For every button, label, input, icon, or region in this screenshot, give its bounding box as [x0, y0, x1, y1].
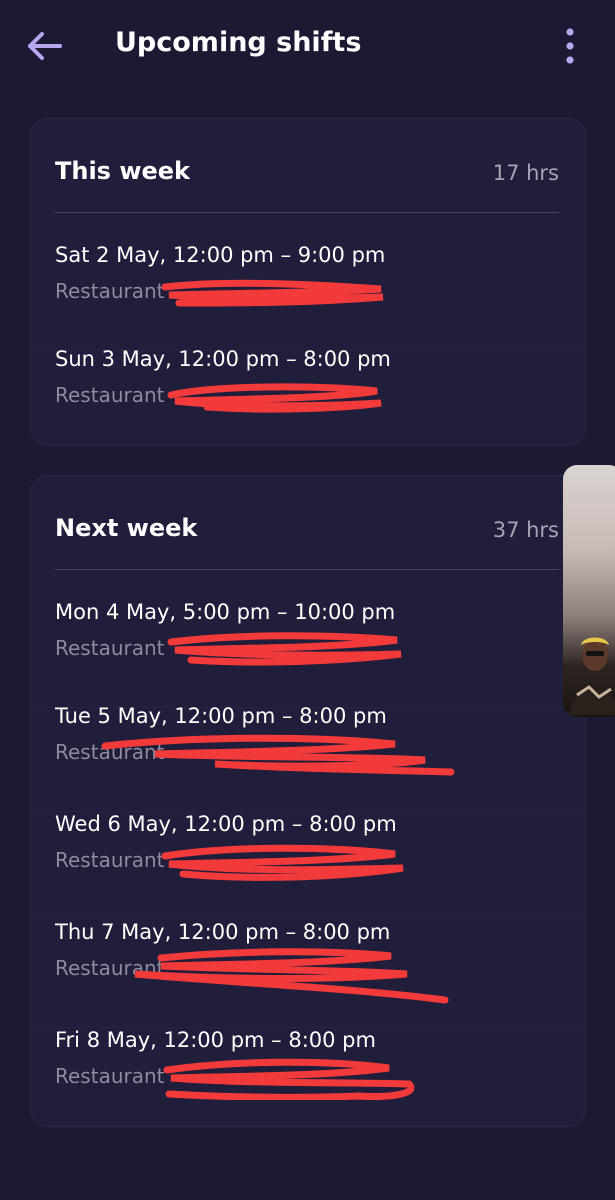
redaction-scribble	[161, 279, 384, 307]
redaction-scribble	[167, 632, 402, 666]
shift-time: Sun 3 May, 12:00 pm – 8:00 pm	[55, 347, 391, 371]
week-hours: 37 hrs	[492, 518, 559, 542]
divider	[55, 569, 559, 570]
shift-item[interactable]: Thu 7 May, 12:00 pm – 8:00 pm Restaurant	[31, 920, 585, 1028]
shift-location: Restaurant	[55, 279, 165, 303]
back-button[interactable]	[26, 30, 64, 62]
week-card-next-week: Next week 37 hrs Mon 4 May, 5:00 pm – 10…	[30, 475, 586, 1127]
divider	[55, 212, 559, 213]
shift-location: Restaurant	[55, 383, 165, 407]
shift-location: Restaurant	[55, 636, 165, 660]
person-thumbnail-icon	[569, 637, 615, 715]
shift-time: Wed 6 May, 12:00 pm – 8:00 pm	[55, 812, 397, 836]
shift-time: Tue 5 May, 12:00 pm – 8:00 pm	[55, 704, 387, 728]
week-title: This week	[55, 157, 191, 185]
shift-item[interactable]: Sun 3 May, 12:00 pm – 8:00 pm Restaurant	[55, 347, 559, 437]
shift-location: Restaurant	[55, 956, 165, 980]
week-hours: 17 hrs	[492, 161, 559, 185]
shift-item[interactable]: Sat 2 May, 12:00 pm – 9:00 pm Restaurant	[31, 243, 585, 351]
more-options-button[interactable]	[556, 26, 584, 66]
app-bar: Upcoming shifts	[0, 0, 615, 92]
shift-time: Mon 4 May, 5:00 pm – 10:00 pm	[55, 600, 396, 624]
floating-video-overlay[interactable]	[563, 465, 615, 717]
more-vert-icon	[566, 28, 574, 64]
page-title: Upcoming shifts	[115, 27, 362, 58]
arrow-left-icon	[28, 32, 62, 60]
shift-location: Restaurant	[55, 740, 165, 764]
shift-item[interactable]: Tue 5 May, 12:00 pm – 8:00 pm Restaurant	[31, 704, 585, 812]
redaction-scribble	[161, 844, 404, 881]
redaction-scribble	[167, 383, 382, 413]
week-card-this-week: This week 17 hrs Sat 2 May, 12:00 pm – 9…	[30, 118, 586, 446]
week-header: This week 17 hrs	[55, 155, 559, 195]
shift-time: Sat 2 May, 12:00 pm – 9:00 pm	[55, 243, 386, 267]
shift-location: Restaurant	[55, 1064, 165, 1088]
week-header: Next week 37 hrs	[55, 512, 559, 552]
shift-time: Fri 8 May, 12:00 pm – 8:00 pm	[55, 1028, 376, 1052]
shift-item[interactable]: Mon 4 May, 5:00 pm – 10:00 pm Restaurant	[31, 600, 585, 708]
redaction-scribble	[134, 948, 449, 1004]
week-title: Next week	[55, 514, 198, 542]
redaction-scribble	[163, 1058, 415, 1100]
shift-item[interactable]: Wed 6 May, 12:00 pm – 8:00 pm Restaurant	[31, 812, 585, 920]
shift-item[interactable]: Fri 8 May, 12:00 pm – 8:00 pm Restaurant	[55, 1028, 559, 1124]
shift-time: Thu 7 May, 12:00 pm – 8:00 pm	[55, 920, 391, 944]
shift-location: Restaurant	[55, 848, 165, 872]
